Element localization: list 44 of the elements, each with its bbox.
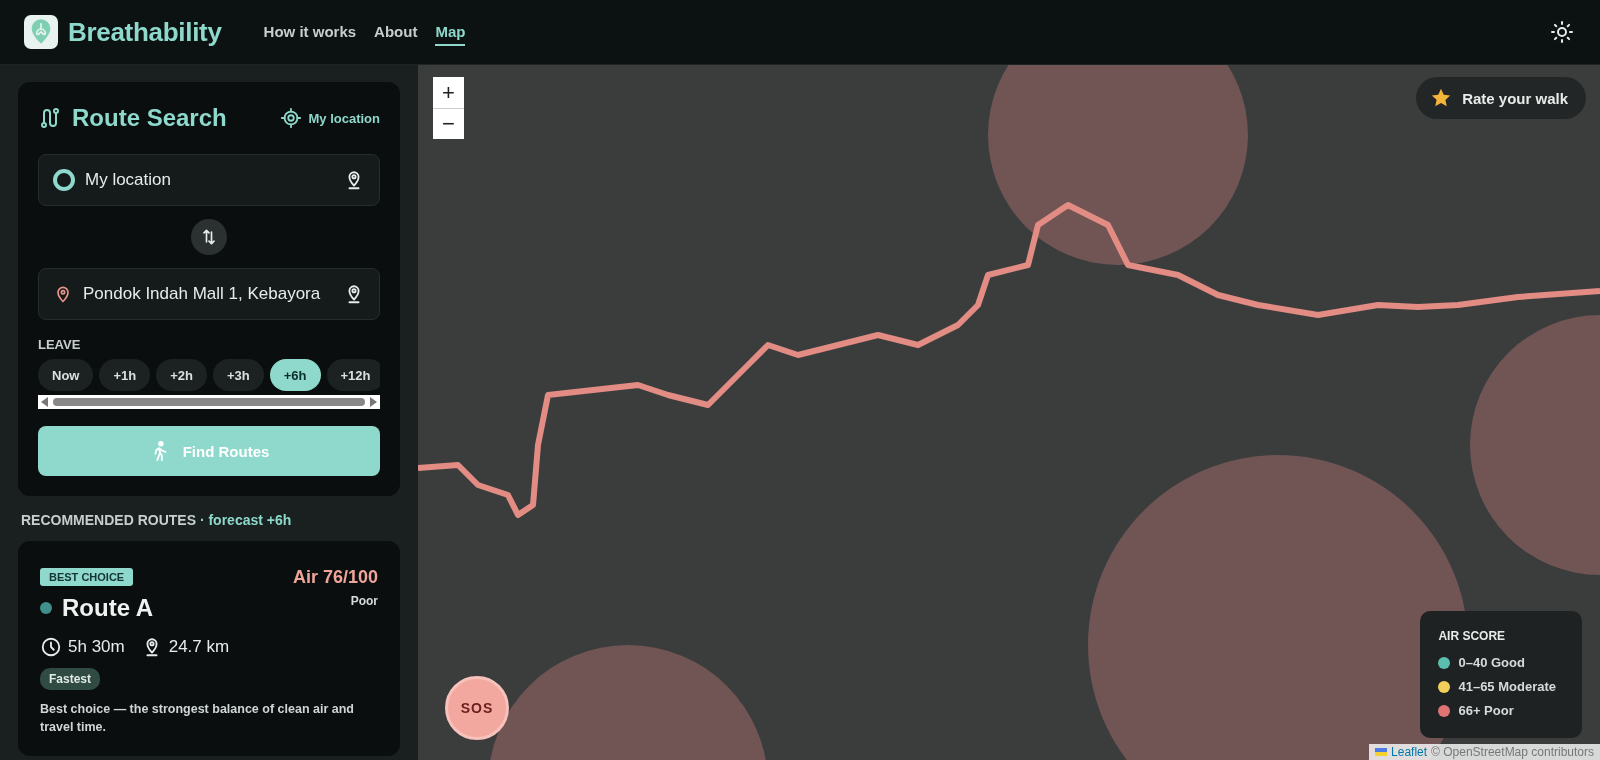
nav-link[interactable]: About xyxy=(374,18,418,46)
leave-time-chip[interactable]: +1h xyxy=(99,359,151,391)
destination-field[interactable]: Pondok Indah Mall 1, Kebayora xyxy=(38,268,380,320)
route-description: Best choice — the strongest balance of clean air and travel time. xyxy=(40,701,355,737)
legend-label: 0–40 Good xyxy=(1458,655,1525,670)
route-icon xyxy=(38,106,62,130)
horizontal-scrollbar[interactable] xyxy=(38,395,380,409)
air-rating: Poor xyxy=(349,594,378,608)
air-score: Air 76/100 xyxy=(292,567,378,588)
route-name: Route A xyxy=(62,594,154,622)
best-choice-badge: BEST CHOICE xyxy=(40,568,134,586)
clock-icon xyxy=(40,636,62,658)
leave-label: LEAVE xyxy=(38,337,82,352)
star-icon xyxy=(1430,87,1453,109)
crosshair-icon xyxy=(280,107,303,129)
rate-walk-button[interactable]: Rate your walk xyxy=(1416,77,1586,119)
flag-icon xyxy=(1375,748,1388,756)
nav-link[interactable]: How it works xyxy=(263,18,357,46)
route-distance: 24.7 km xyxy=(168,637,230,657)
scroll-right-icon[interactable] xyxy=(369,397,377,407)
scroll-left-icon[interactable] xyxy=(41,397,49,407)
origin-ring-icon xyxy=(53,169,75,191)
panel-title: Route Search xyxy=(72,104,227,132)
route-duration: 5h 30m xyxy=(68,637,125,657)
recommended-routes-heading: RECOMMENDED ROUTES · forecast +6h xyxy=(21,512,293,528)
leaflet-link[interactable]: Leaflet xyxy=(1391,745,1428,759)
leave-time-chip[interactable]: +6h xyxy=(269,359,321,391)
theme-toggle-sun-icon[interactable] xyxy=(1550,20,1574,44)
legend-label: 41–65 Moderate xyxy=(1458,679,1556,694)
leave-time-chip[interactable]: Now xyxy=(38,359,94,391)
leave-time-chip[interactable]: +12h xyxy=(326,359,380,391)
my-location-button[interactable]: My location xyxy=(280,107,380,129)
attribution-text: © OpenStreetMap contributors xyxy=(1431,745,1594,759)
brand-name: Breathability xyxy=(68,16,222,48)
fastest-tag: Fastest xyxy=(40,668,101,690)
legend-label: 66+ Poor xyxy=(1458,703,1514,718)
zoom-out-button[interactable]: − xyxy=(433,108,464,139)
origin-field[interactable]: My location xyxy=(38,154,380,206)
app-logo xyxy=(24,15,58,49)
swap-button[interactable] xyxy=(191,219,227,255)
leave-time-chip[interactable]: +3h xyxy=(213,359,264,391)
nav-link[interactable]: Map xyxy=(435,18,466,46)
legend-title: AIR SCORE xyxy=(1438,629,1507,643)
leave-time-chip[interactable]: +2h xyxy=(156,359,207,391)
